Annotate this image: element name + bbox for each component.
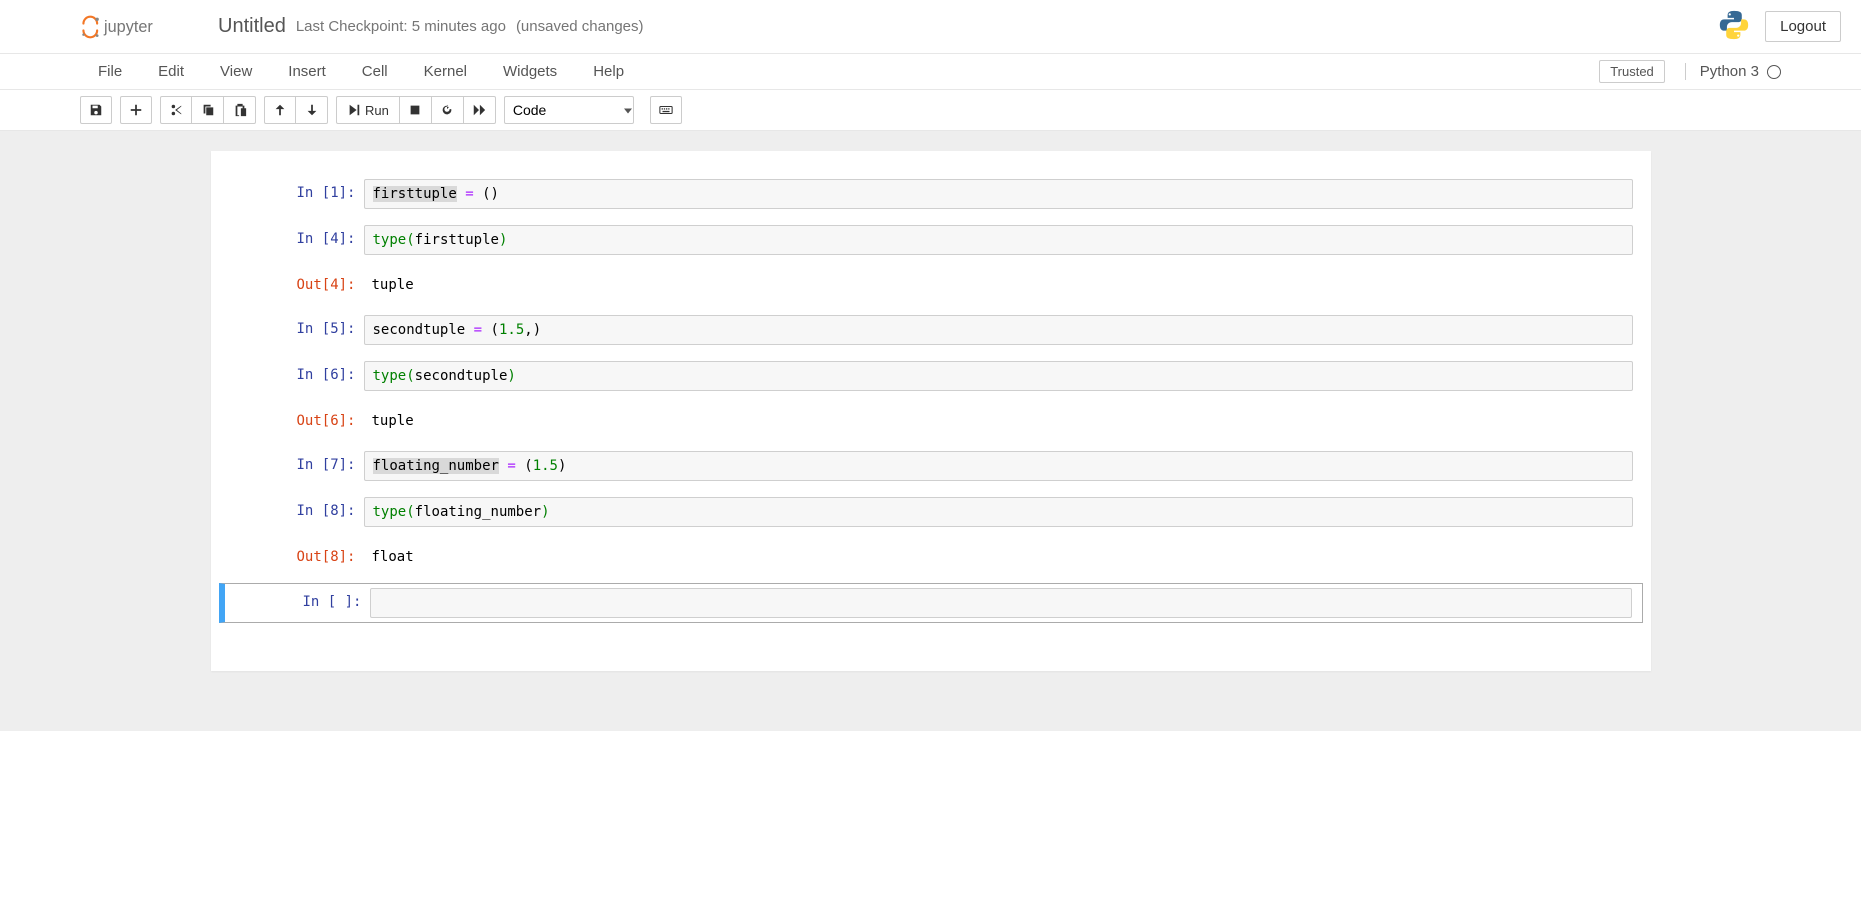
output-prompt: Out[4]: — [219, 271, 364, 299]
trusted-badge[interactable]: Trusted — [1599, 60, 1665, 83]
code-input[interactable]: type(secondtuple) — [364, 361, 1633, 391]
cell-type-select[interactable]: Code — [504, 96, 634, 124]
code-cell[interactable]: In [4]:type(firsttuple) — [219, 221, 1643, 259]
notebook: In [1]:firsttuple = ()In [4]:type(firstt… — [211, 151, 1651, 671]
output-text: tuple — [364, 271, 1633, 299]
toolbar: Run Code — [0, 90, 1861, 130]
move-up-button[interactable] — [264, 96, 296, 124]
input-prompt: In [ ]: — [225, 588, 370, 618]
input-prompt: In [4]: — [219, 225, 364, 255]
plus-icon — [129, 103, 143, 117]
code-input[interactable] — [370, 588, 1632, 618]
arrow-down-icon — [305, 103, 319, 117]
code-input[interactable]: type(firsttuple) — [364, 225, 1633, 255]
menu-kernel[interactable]: Kernel — [406, 57, 485, 86]
restart-button[interactable] — [432, 96, 464, 124]
python-logo-icon — [1717, 8, 1751, 45]
paste-icon — [233, 103, 247, 117]
restart-run-all-button[interactable] — [464, 96, 496, 124]
stop-icon — [408, 103, 422, 117]
copy-icon — [201, 103, 215, 117]
menu-edit[interactable]: Edit — [140, 57, 202, 86]
menu-file[interactable]: File — [80, 57, 140, 86]
code-cell[interactable]: In [5]:secondtuple = (1.5,) — [219, 311, 1643, 349]
output-row: Out[8]:float — [219, 539, 1643, 575]
code-cell[interactable]: In [8]:type(floating_number) — [219, 493, 1643, 531]
code-input[interactable]: secondtuple = (1.5,) — [364, 315, 1633, 345]
command-palette-button[interactable] — [650, 96, 682, 124]
code-cell[interactable]: In [1]:firsttuple = () — [219, 175, 1643, 213]
restart-icon — [440, 103, 454, 117]
input-prompt: In [5]: — [219, 315, 364, 345]
add-cell-button[interactable] — [120, 96, 152, 124]
output-row: Out[6]:tuple — [219, 403, 1643, 439]
notebook-background: In [1]:firsttuple = ()In [4]:type(firstt… — [0, 131, 1861, 731]
save-button[interactable] — [80, 96, 112, 124]
scissors-icon — [169, 103, 183, 117]
jupyter-logo[interactable]: jupyter — [80, 13, 200, 41]
code-cell[interactable]: In [ ]: — [219, 583, 1643, 623]
notebook-title[interactable]: Untitled — [218, 15, 286, 38]
logout-button[interactable]: Logout — [1765, 11, 1841, 42]
play-step-icon — [347, 103, 361, 117]
menubar: File Edit View Insert Cell Kernel Widget… — [0, 54, 1861, 90]
output-text: float — [364, 543, 1633, 571]
input-prompt: In [6]: — [219, 361, 364, 391]
cut-button[interactable] — [160, 96, 192, 124]
output-prompt: Out[6]: — [219, 407, 364, 435]
paste-button[interactable] — [224, 96, 256, 124]
code-input[interactable]: type(floating_number) — [364, 497, 1633, 527]
code-input[interactable]: floating_number = (1.5) — [364, 451, 1633, 481]
svg-text:jupyter: jupyter — [103, 18, 153, 36]
menu-insert[interactable]: Insert — [270, 57, 344, 86]
kernel-status-icon — [1767, 65, 1781, 79]
move-down-button[interactable] — [296, 96, 328, 124]
output-row: Out[4]:tuple — [219, 267, 1643, 303]
arrow-up-icon — [273, 103, 287, 117]
code-cell[interactable]: In [7]:floating_number = (1.5) — [219, 447, 1643, 485]
menu-view[interactable]: View — [202, 57, 270, 86]
kernel-name[interactable]: Python 3 — [1685, 63, 1767, 80]
output-text: tuple — [364, 407, 1633, 435]
checkpoint-text: Last Checkpoint: 5 minutes ago — [296, 18, 506, 35]
keyboard-icon — [659, 103, 673, 117]
menu-help[interactable]: Help — [575, 57, 642, 86]
output-prompt: Out[8]: — [219, 543, 364, 571]
menu-widgets[interactable]: Widgets — [485, 57, 575, 86]
code-cell[interactable]: In [6]:type(secondtuple) — [219, 357, 1643, 395]
menubar-container: File Edit View Insert Cell Kernel Widget… — [0, 54, 1861, 131]
input-prompt: In [8]: — [219, 497, 364, 527]
run-button[interactable]: Run — [336, 96, 400, 124]
code-input[interactable]: firsttuple = () — [364, 179, 1633, 209]
unsaved-text: (unsaved changes) — [516, 18, 644, 35]
copy-button[interactable] — [192, 96, 224, 124]
header: jupyter Untitled Last Checkpoint: 5 minu… — [0, 0, 1861, 54]
interrupt-button[interactable] — [400, 96, 432, 124]
save-icon — [89, 103, 103, 117]
run-label: Run — [365, 103, 389, 118]
fast-forward-icon — [472, 103, 486, 117]
input-prompt: In [7]: — [219, 451, 364, 481]
menu-cell[interactable]: Cell — [344, 57, 406, 86]
input-prompt: In [1]: — [219, 179, 364, 209]
